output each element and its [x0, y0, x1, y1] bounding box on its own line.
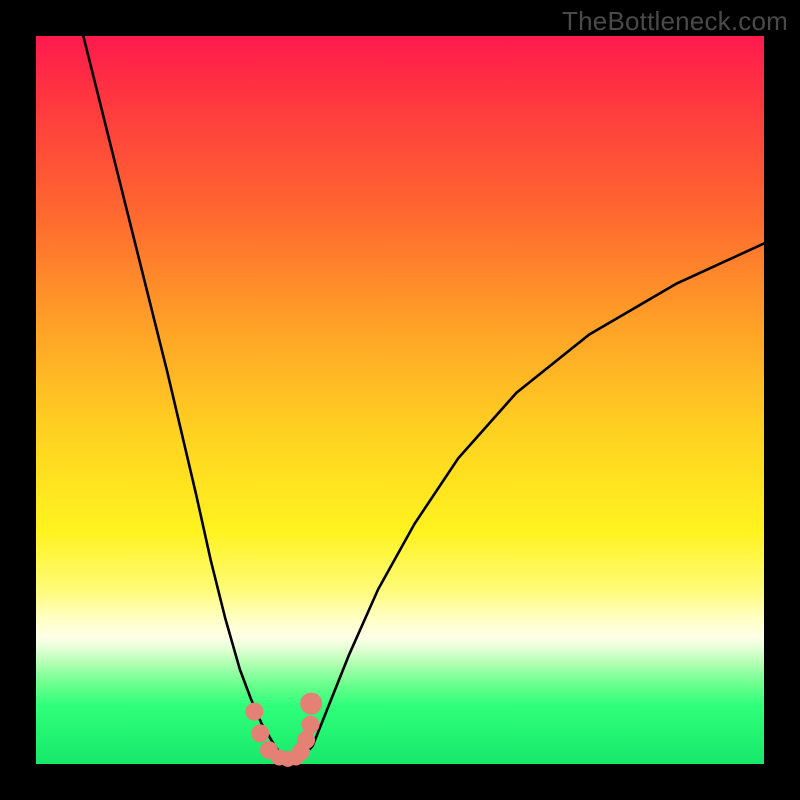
plot-area — [36, 36, 764, 764]
marker-dot — [251, 724, 269, 742]
marker-dot — [245, 703, 263, 721]
marker-group — [245, 693, 322, 767]
marker-dot — [301, 716, 319, 734]
marker-dot — [300, 693, 322, 715]
outer-frame: TheBottleneck.com — [0, 0, 800, 800]
curve-right — [302, 243, 764, 758]
curve-left — [80, 21, 286, 758]
marker-dot — [297, 731, 315, 749]
watermark-text: TheBottleneck.com — [562, 6, 788, 37]
chart-overlay — [36, 36, 764, 764]
